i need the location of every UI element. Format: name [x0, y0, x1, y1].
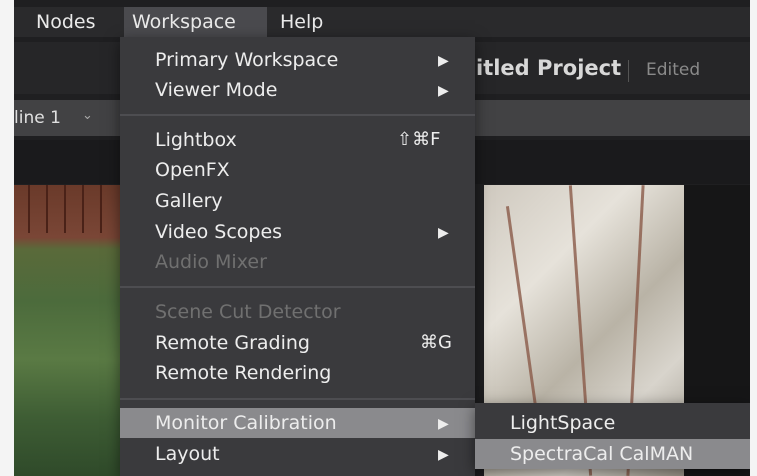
menu-separator	[120, 398, 475, 400]
menu-item-remote-grading[interactable]: Remote Grading ⌘G	[120, 328, 475, 358]
shortcut-label: ⌘G	[420, 332, 452, 353]
menu-item-label: Lightbox	[155, 129, 237, 151]
submenu-item-lightspace[interactable]: LightSpace	[475, 408, 750, 438]
menu-item-label: Remote Grading	[155, 332, 310, 354]
menu-item-label: Viewer Mode	[155, 79, 278, 101]
submenu-arrow-icon: ▶	[438, 447, 449, 463]
menu-item-video-scopes[interactable]: Video Scopes ▶	[120, 217, 475, 247]
menu-item-label: OpenFX	[155, 159, 230, 181]
menu-item-label: Audio Mixer	[155, 251, 267, 273]
title-divider	[628, 60, 629, 82]
submenu-item-spectracal-calman[interactable]: SpectraCal CalMAN	[475, 439, 750, 469]
menu-nodes[interactable]: Nodes	[28, 7, 104, 37]
submenu-arrow-icon: ▶	[438, 83, 449, 99]
menu-item-label: Primary Workspace	[155, 49, 339, 71]
submenu-item-label: LightSpace	[510, 412, 616, 434]
resolve-app-window: Nodes Workspace Help itled Project Edite…	[14, 0, 750, 476]
monitor-calibration-submenu: LightSpace SpectraCal CalMAN	[475, 403, 750, 469]
menu-item-viewer-mode[interactable]: Viewer Mode ▶	[120, 75, 475, 105]
menu-item-scene-cut-detector: Scene Cut Detector	[120, 297, 475, 327]
project-status: Edited	[646, 60, 701, 80]
submenu-arrow-icon: ▶	[438, 225, 449, 241]
menu-help[interactable]: Help	[272, 7, 331, 37]
menu-item-gallery[interactable]: Gallery	[120, 186, 475, 216]
menu-item-openfx[interactable]: OpenFX	[120, 155, 475, 185]
menu-item-monitor-calibration[interactable]: Monitor Calibration ▶	[120, 408, 475, 438]
viewer-image-left	[14, 185, 124, 476]
menu-separator	[120, 114, 475, 116]
submenu-arrow-icon: ▶	[438, 53, 449, 69]
menu-item-label: Monitor Calibration	[155, 412, 337, 434]
menu-separator	[120, 286, 475, 288]
menu-item-label: Gallery	[155, 190, 223, 212]
menu-bar: Nodes Workspace Help	[14, 7, 750, 37]
submenu-arrow-icon: ▶	[438, 416, 449, 432]
submenu-item-label: SpectraCal CalMAN	[510, 443, 694, 465]
menu-item-audio-mixer: Audio Mixer	[120, 247, 475, 277]
timeline-selector[interactable]: line 1	[14, 108, 61, 128]
menu-item-label: Remote Rendering	[155, 362, 332, 384]
chevron-down-icon[interactable]: ⌄	[82, 108, 93, 123]
project-title: itled Project	[476, 56, 622, 80]
menu-item-primary-workspace[interactable]: Primary Workspace ▶	[120, 45, 475, 75]
menu-item-lightbox[interactable]: Lightbox ⇧⌘F	[120, 125, 475, 155]
workspace-menu: Primary Workspace ▶ Viewer Mode ▶ Lightb…	[120, 37, 475, 476]
menu-item-label: Video Scopes	[155, 221, 283, 243]
menu-item-remote-rendering[interactable]: Remote Rendering	[120, 358, 475, 388]
menu-item-label: Scene Cut Detector	[155, 301, 341, 323]
menu-workspace[interactable]: Workspace	[124, 7, 267, 37]
menu-item-label: Layout	[155, 443, 220, 465]
shortcut-label: ⇧⌘F	[397, 129, 441, 150]
menu-item-layout[interactable]: Layout ▶	[120, 439, 475, 469]
